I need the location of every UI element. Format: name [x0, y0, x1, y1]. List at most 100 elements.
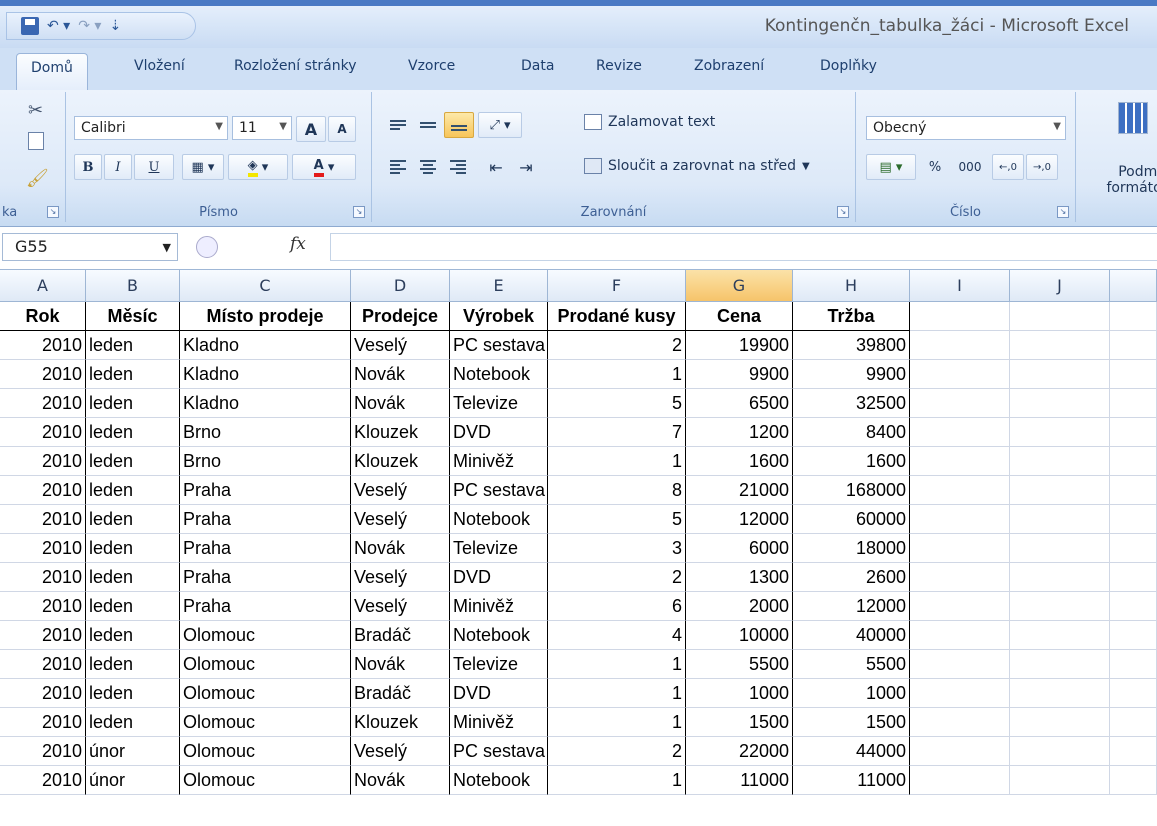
table-cell[interactable]: Bradáč	[351, 679, 450, 708]
tab-data[interactable]: Data	[521, 58, 554, 74]
table-cell[interactable]: 1	[548, 650, 686, 679]
merge-center-button[interactable]: Sloučit a zarovnat na střed ▼	[584, 158, 810, 174]
align-right-button[interactable]	[444, 154, 472, 180]
font-launcher-icon[interactable]: ↘	[353, 206, 365, 218]
font-name-select[interactable]: Calibri ▼	[74, 116, 228, 140]
table-cell[interactable]: Praha	[180, 476, 351, 505]
fill-color-button[interactable]: ◈ ▾	[228, 154, 288, 180]
table-cell[interactable]: únor	[86, 737, 180, 766]
empty-cell[interactable]	[1110, 563, 1157, 592]
table-cell[interactable]: leden	[86, 679, 180, 708]
empty-cell[interactable]	[1110, 418, 1157, 447]
align-top-button[interactable]	[384, 112, 412, 138]
table-cell[interactable]: 2010	[0, 563, 86, 592]
table-cell[interactable]: Veselý	[351, 563, 450, 592]
table-cell[interactable]: 1000	[793, 679, 910, 708]
empty-cell[interactable]	[910, 418, 1010, 447]
table-cell[interactable]: 2010	[0, 505, 86, 534]
header-cell-a[interactable]: Rok	[0, 302, 86, 331]
table-cell[interactable]: Notebook	[450, 505, 548, 534]
copy-icon[interactable]	[28, 132, 44, 150]
empty-cell[interactable]	[1110, 592, 1157, 621]
table-cell[interactable]: 2010	[0, 737, 86, 766]
table-cell[interactable]: 1	[548, 447, 686, 476]
table-cell[interactable]: 10000	[686, 621, 793, 650]
empty-cell[interactable]	[910, 447, 1010, 476]
orientation-button[interactable]: ⤢ ▾	[478, 112, 522, 138]
table-cell[interactable]: 2010	[0, 592, 86, 621]
column-header-g[interactable]: G	[686, 270, 793, 302]
column-header-j[interactable]: J	[1010, 270, 1110, 302]
table-cell[interactable]: DVD	[450, 418, 548, 447]
table-cell[interactable]: Novák	[351, 360, 450, 389]
empty-cell[interactable]	[910, 476, 1010, 505]
column-header-f[interactable]: F	[548, 270, 686, 302]
table-cell[interactable]: Veselý	[351, 592, 450, 621]
table-cell[interactable]: 2010	[0, 476, 86, 505]
table-cell[interactable]: 2010	[0, 766, 86, 795]
table-cell[interactable]: 19900	[686, 331, 793, 360]
empty-cell[interactable]	[910, 592, 1010, 621]
format-painter-icon[interactable]: 🖌	[26, 168, 49, 189]
table-cell[interactable]: Klouzek	[351, 418, 450, 447]
redo-button[interactable]: ↷ ▾	[78, 18, 101, 34]
empty-cell[interactable]	[1110, 679, 1157, 708]
wrap-text-button[interactable]: Zalamovat text	[584, 114, 715, 130]
table-cell[interactable]: 2010	[0, 679, 86, 708]
empty-cell[interactable]	[1110, 331, 1157, 360]
table-cell[interactable]: Televize	[450, 389, 548, 418]
table-cell[interactable]: leden	[86, 447, 180, 476]
borders-button[interactable]: ▦ ▾	[182, 154, 224, 180]
table-cell[interactable]: Praha	[180, 563, 351, 592]
table-cell[interactable]: 8	[548, 476, 686, 505]
empty-cell[interactable]	[1010, 476, 1110, 505]
table-cell[interactable]: 5500	[686, 650, 793, 679]
underline-button[interactable]: U	[134, 154, 174, 180]
table-cell[interactable]: 5	[548, 389, 686, 418]
table-cell[interactable]: 1300	[686, 563, 793, 592]
empty-cell[interactable]	[1110, 621, 1157, 650]
table-cell[interactable]: leden	[86, 534, 180, 563]
table-cell[interactable]: 11000	[793, 766, 910, 795]
table-cell[interactable]: 6000	[686, 534, 793, 563]
table-cell[interactable]: 2010	[0, 360, 86, 389]
conditional-formatting-label[interactable]: Podmín formátov	[1090, 164, 1157, 196]
table-cell[interactable]: 168000	[793, 476, 910, 505]
header-cell-g[interactable]: Cena	[686, 302, 793, 331]
table-cell[interactable]: 60000	[793, 505, 910, 534]
table-cell[interactable]: leden	[86, 389, 180, 418]
empty-cell[interactable]	[1010, 766, 1110, 795]
empty-cell[interactable]	[1010, 360, 1110, 389]
empty-cell[interactable]	[1110, 708, 1157, 737]
table-cell[interactable]: Novák	[351, 766, 450, 795]
table-cell[interactable]: PC sestava	[450, 737, 548, 766]
table-cell[interactable]: 9900	[686, 360, 793, 389]
align-bottom-button[interactable]	[444, 112, 474, 138]
table-cell[interactable]: 3	[548, 534, 686, 563]
table-cell[interactable]: 12000	[686, 505, 793, 534]
table-cell[interactable]: Notebook	[450, 766, 548, 795]
empty-cell[interactable]	[1010, 563, 1110, 592]
increase-indent-button[interactable]: ⇥	[512, 154, 540, 180]
table-cell[interactable]: 22000	[686, 737, 793, 766]
column-header-h[interactable]: H	[793, 270, 910, 302]
tab-vlozeni[interactable]: Vložení	[134, 58, 185, 74]
table-cell[interactable]: 2600	[793, 563, 910, 592]
table-cell[interactable]: leden	[86, 621, 180, 650]
table-cell[interactable]: únor	[86, 766, 180, 795]
table-cell[interactable]: 8400	[793, 418, 910, 447]
empty-cell[interactable]	[1110, 505, 1157, 534]
table-cell[interactable]: Kladno	[180, 389, 351, 418]
table-cell[interactable]: 2	[548, 563, 686, 592]
empty-cell[interactable]	[910, 621, 1010, 650]
tab-revize[interactable]: Revize	[596, 58, 642, 74]
empty-cell[interactable]	[1010, 592, 1110, 621]
table-cell[interactable]: DVD	[450, 679, 548, 708]
accounting-format-button[interactable]: ▤ ▾	[866, 154, 916, 180]
italic-button[interactable]: I	[104, 154, 132, 180]
align-middle-button[interactable]	[414, 112, 442, 138]
empty-cell[interactable]	[910, 505, 1010, 534]
table-cell[interactable]: Minivěž	[450, 592, 548, 621]
table-cell[interactable]: 5500	[793, 650, 910, 679]
table-cell[interactable]: Praha	[180, 592, 351, 621]
